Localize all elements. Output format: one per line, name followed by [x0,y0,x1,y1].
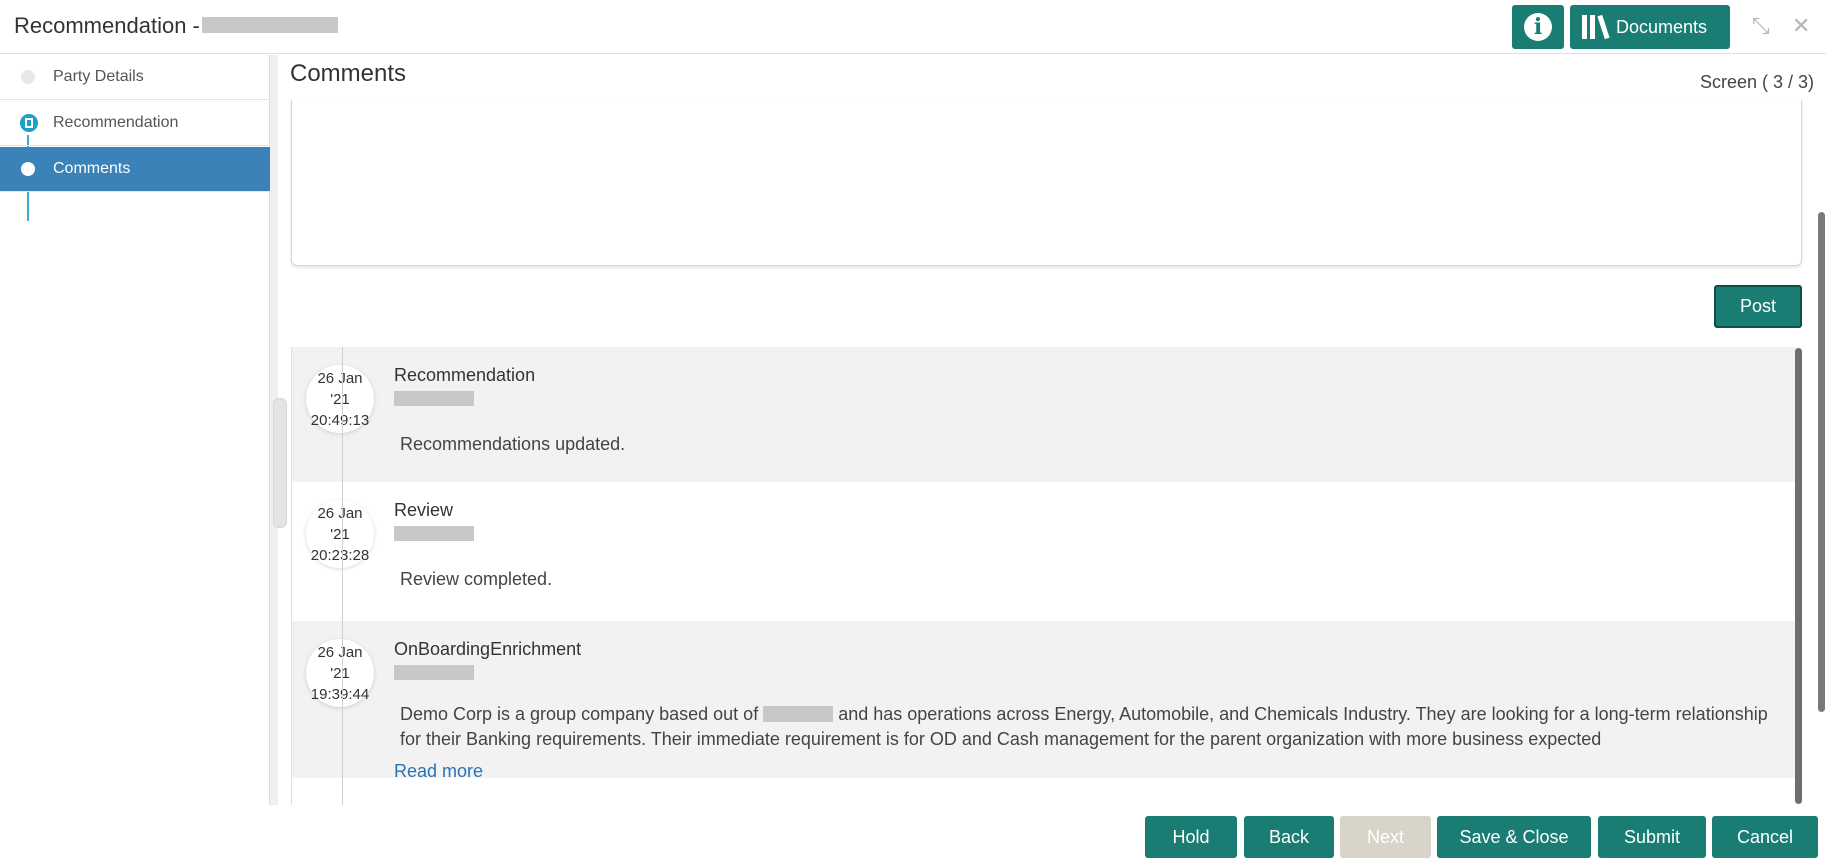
redacted-user [394,665,474,680]
redacted-user [394,526,474,541]
info-button[interactable]: i [1512,5,1564,49]
hold-button[interactable]: Hold [1145,816,1237,858]
sidebar-item-party-details[interactable]: Party Details [0,55,270,100]
timeline-scroll-thumb[interactable] [1795,348,1802,804]
document-step-icon [20,114,38,132]
sidebar-item-label: Recommendation [53,114,179,131]
comment-date: 26 Jan '21 19:39:44 [306,639,374,707]
save-close-button[interactable]: Save & Close [1437,816,1591,858]
comments-timeline: 26 Jan '21 20:49:13 Recommendation Recom… [291,347,1797,805]
comment-stage: OnBoardingEnrichment [394,639,582,659]
comment-entry: 26 Jan '21 20:49:13 Recommendation Recom… [292,347,1797,482]
redacted-customer-name [202,17,338,33]
close-icon[interactable]: ✕ [1792,13,1810,39]
comment-date: 26 Jan '21 20:23:28 [306,500,374,568]
info-icon: i [1524,13,1552,41]
sidebar-item-label: Comments [53,160,131,177]
back-button[interactable]: Back [1244,816,1334,858]
step-done-icon [21,70,35,84]
next-button[interactable]: Next [1340,816,1431,858]
sidebar-item-comments[interactable]: Comments [0,147,270,192]
documents-label: Documents [1616,16,1708,37]
sidebar-item-recommendation[interactable]: Recommendation [0,101,270,146]
screen-counter: Screen ( 3 / 3) [1700,72,1815,92]
page-title: Recommendation - [14,13,200,38]
comment-entry: 26 Jan '21 19:39:44 OnBoardingEnrichment… [292,621,1797,778]
comment-text: Recommendations updated. [400,434,626,454]
cancel-button[interactable]: Cancel [1712,816,1818,858]
step-current-icon [21,162,35,176]
timeline-line [342,347,343,805]
comment-stage: Review [394,500,454,520]
comment-entry: 26 Jan '21 20:23:28 Review Review comple… [292,482,1797,621]
submit-button[interactable]: Submit [1598,816,1706,858]
comment-text: Review completed. [400,569,553,589]
section-title: Comments [290,60,407,87]
read-more-link[interactable]: Read more [394,761,483,782]
comment-text: Demo Corp is a group company based out o… [400,704,1768,749]
minimize-icon[interactable]: ⤡ [1752,13,1770,39]
comment-stage: Recommendation [394,365,536,385]
sidebar-scroll-thumb[interactable] [273,398,287,528]
main-scroll-thumb[interactable] [1818,212,1825,712]
redacted-location [763,706,834,722]
comment-date: 26 Jan '21 20:49:13 [306,365,374,433]
redacted-user [394,391,474,406]
sidebar-item-label: Party Details [53,68,144,85]
documents-button[interactable]: Documents [1570,5,1730,49]
comment-input[interactable] [291,100,1802,266]
sidebar: Party Details Recommendation Comments [0,55,270,805]
books-icon [1582,14,1610,40]
header: Recommendation - i Documents ⤡ ✕ [0,0,1826,54]
post-button[interactable]: Post [1714,285,1802,328]
